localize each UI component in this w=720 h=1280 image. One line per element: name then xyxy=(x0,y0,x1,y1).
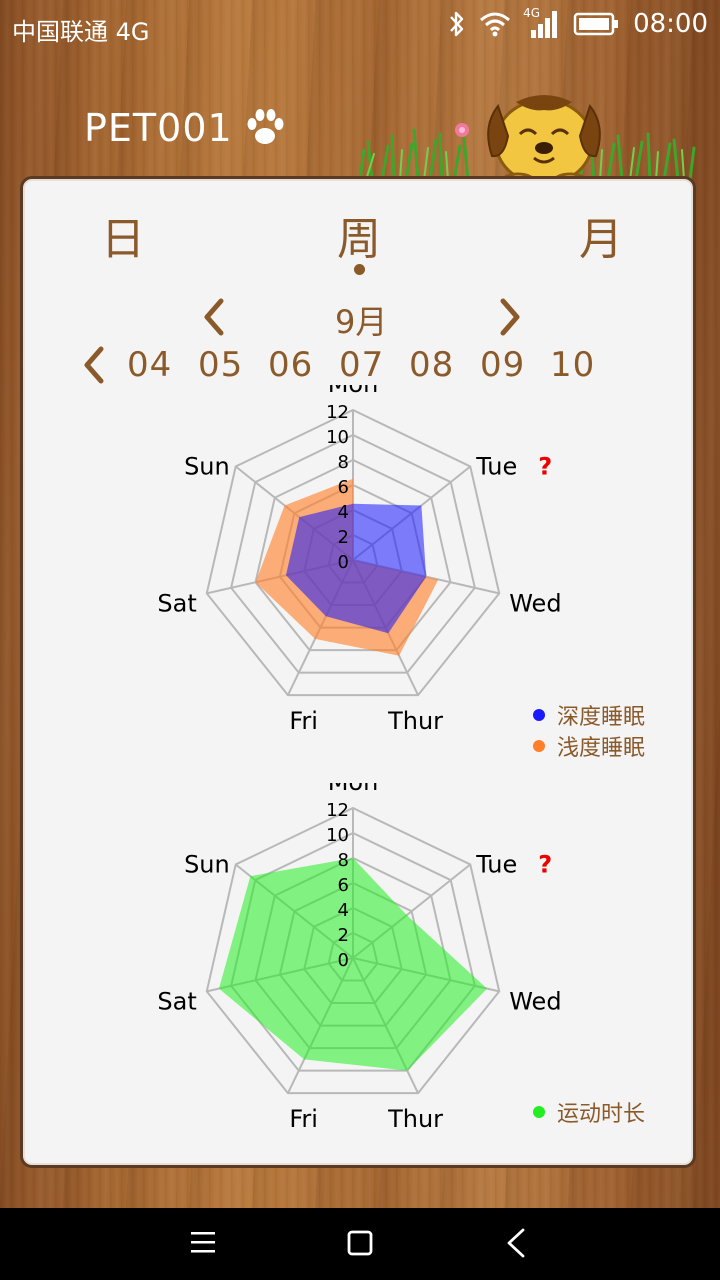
month-label: 9月 xyxy=(335,303,388,341)
radar-tick-label: 12 xyxy=(326,402,349,423)
radar-tick-label: 10 xyxy=(326,427,349,448)
carrier-label: 中国联通 4G xyxy=(12,18,150,46)
light-sleep-legend-dot xyxy=(533,740,545,752)
radar-category-label: Thur xyxy=(387,1105,443,1133)
radar-tick-label: 0 xyxy=(338,552,349,573)
battery-icon xyxy=(573,12,619,36)
radar-tick-label: 6 xyxy=(338,875,349,896)
week-date-strip: 04 05 06 07 08 09 10 xyxy=(79,339,679,391)
active-tab-indicator xyxy=(354,264,365,275)
system-nav-bar xyxy=(0,1208,720,1280)
legend-label: 深度睡眠 xyxy=(557,705,646,730)
radar-tick-label: 10 xyxy=(326,825,349,846)
radar-tick-label: 0 xyxy=(338,950,349,971)
radar-category-label: Tue xyxy=(475,452,517,480)
radar-tick-label: 8 xyxy=(338,452,349,473)
tab-month[interactable]: 月 xyxy=(579,203,623,267)
radar-series-area xyxy=(218,858,488,1071)
help-question-icon[interactable]: ? xyxy=(538,850,552,878)
wifi-icon xyxy=(480,12,511,37)
radar-tick-label: 8 xyxy=(338,850,349,871)
radar-category-label: Mon xyxy=(328,385,379,398)
radar-category-label: Thur xyxy=(387,707,443,735)
radar-category-label: Wed xyxy=(509,987,561,1015)
legend-light-sleep: 浅度睡眠 xyxy=(533,730,645,762)
radar-category-label: Fri xyxy=(289,1105,318,1133)
date-item[interactable]: 10 xyxy=(550,345,595,385)
help-question-icon[interactable]: ? xyxy=(538,452,552,480)
paw-icon xyxy=(247,109,284,144)
month-navigator: 9月 xyxy=(23,291,693,341)
radar-category-label: Sun xyxy=(184,850,230,878)
pet-name: PET001 xyxy=(84,106,233,150)
pet-name-header: PET001 xyxy=(84,106,287,150)
date-item[interactable]: 05 xyxy=(198,345,243,385)
date-item[interactable]: 06 xyxy=(268,345,313,385)
radar-category-label: Mon xyxy=(328,783,379,796)
radar-tick-label: 4 xyxy=(338,502,349,523)
menu-icon[interactable] xyxy=(190,1228,216,1258)
radar-category-label: Sat xyxy=(157,987,196,1015)
radar-category-label: Tue xyxy=(475,850,517,878)
legend-label: 浅度睡眠 xyxy=(557,736,646,761)
date-item[interactable]: 04 xyxy=(127,345,172,385)
bluetooth-icon xyxy=(450,11,464,37)
signal-icon: 4G xyxy=(523,6,561,40)
exercise-legend-dot xyxy=(533,1106,545,1118)
radar-category-label: Wed xyxy=(509,589,561,617)
radar-category-label: Sat xyxy=(157,589,196,617)
radar-tick-label: 4 xyxy=(338,900,349,921)
date-item[interactable]: 07 xyxy=(339,345,384,385)
legend-exercise: 运动时长 xyxy=(533,1096,645,1128)
radar-tick-label: 2 xyxy=(338,925,349,946)
radar-tick-label: 12 xyxy=(326,800,349,821)
tab-week[interactable]: 周 xyxy=(337,203,381,267)
date-item[interactable]: 08 xyxy=(409,345,454,385)
sleep-stats-card: 日 周 月 9月 04 05 06 07 08 09 10 024681012M… xyxy=(20,176,696,1168)
tab-day[interactable]: 日 xyxy=(101,203,145,267)
radar-category-label: Sun xyxy=(184,452,230,480)
legend-label: 运动时长 xyxy=(557,1102,646,1127)
status-bar: 中国联通 4G 4G 08:00 xyxy=(0,0,720,52)
radar-tick-label: 6 xyxy=(338,477,349,498)
status-time: 08:00 xyxy=(633,9,708,39)
home-icon[interactable] xyxy=(346,1228,374,1258)
back-icon[interactable] xyxy=(504,1228,528,1258)
radar-category-label: Fri xyxy=(289,707,318,735)
deep-sleep-legend-dot xyxy=(533,709,545,721)
radar-tick-label: 2 xyxy=(338,527,349,548)
prev-month-chevron-icon[interactable] xyxy=(201,297,227,337)
date-item[interactable]: 09 xyxy=(480,345,525,385)
next-month-chevron-icon[interactable] xyxy=(497,297,523,337)
prev-week-chevron-icon[interactable] xyxy=(81,345,107,385)
legend-deep-sleep: 深度睡眠 xyxy=(533,699,645,731)
